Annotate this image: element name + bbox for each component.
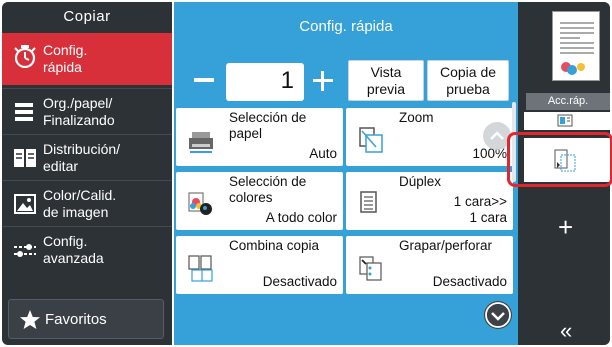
color-selection-tile[interactable]: Selección de colores A todo color — [176, 172, 343, 230]
sidebar-item-label: Org./papel/ — [43, 95, 113, 111]
tile-title: Selección de — [229, 110, 307, 125]
preview-thumbnail-icon — [560, 22, 594, 75]
tile-title: Dúplex — [399, 174, 442, 189]
page-title: Config. rápida — [299, 18, 393, 35]
tile-title: papel — [229, 126, 263, 141]
favorites-label: Favoritos — [45, 311, 107, 328]
combine-tile[interactable]: Combina copia Desactivado — [176, 236, 343, 294]
preview-label: Vista — [370, 64, 402, 80]
tile-value: Auto — [309, 146, 337, 161]
sidebar-item-label: de imagen — [43, 204, 109, 220]
sidebar-item-paper-finishing[interactable]: Org./papel/ Finalizando — [2, 88, 172, 132]
duplex-icon — [360, 191, 377, 213]
quick-access-item-1[interactable] — [524, 112, 610, 130]
sidebar-title: Copiar — [63, 8, 111, 25]
color-selection-icon — [188, 192, 212, 215]
staple-punch-icon — [359, 256, 382, 281]
paper-selection-icon — [189, 132, 213, 153]
tile-value: A todo color — [265, 210, 337, 225]
sidebar-item-label: Config. — [43, 233, 88, 249]
tile-title: Grapar/perforar — [399, 238, 493, 253]
sidebar-item-label: rápida — [43, 59, 82, 75]
paper-selection-tile[interactable]: Selección de papel Auto — [176, 108, 343, 166]
chevron-down-icon — [485, 302, 511, 328]
duplex-tile[interactable]: Dúplex 1 cara>> 1 cara — [346, 172, 513, 230]
tile-title: colores — [229, 190, 273, 205]
increment-button-vertical[interactable] — [321, 71, 324, 91]
tile-title: Selección de — [229, 174, 307, 189]
sidebar-item-label: Finalizando — [43, 112, 115, 128]
paper-finishing-icon — [15, 103, 33, 121]
favorites-button[interactable]: Favoritos — [8, 299, 164, 339]
sidebar-item-label: avanzada — [43, 250, 104, 266]
quick-setup-panel: Config. rápida 1 Vista previa Copia de p… — [174, 2, 518, 345]
decrement-button[interactable] — [194, 78, 214, 82]
quick-setup-icon — [14, 45, 36, 68]
copies-input[interactable]: 1 — [226, 63, 304, 101]
preview-button[interactable]: Vista previa — [348, 60, 424, 101]
layout-edit-icon — [14, 149, 36, 167]
sidebar: Copiar Config. rápida Org./papel/ Finali… — [2, 2, 172, 345]
copy-screen: Copiar Config. rápida Org./papel/ Finali… — [0, 0, 612, 347]
tile-title: Zoom — [399, 110, 434, 125]
sidebar-item-label: Config. — [43, 42, 88, 58]
advanced-setup-icon — [14, 244, 36, 257]
sidebar-item-label: Distribución/ — [43, 141, 121, 157]
sidebar-item-layout-edit[interactable]: Distribución/ editar — [2, 134, 172, 178]
zoom-icon — [359, 127, 383, 153]
add-shortcut-button[interactable]: + — [558, 214, 573, 240]
copies-value: 1 — [280, 67, 294, 94]
sidebar-item-label: Color/Calid. — [43, 187, 117, 203]
tile-value: Desactivado — [432, 274, 507, 289]
sidebar-item-advanced-setup[interactable]: Config. avanzada — [2, 226, 172, 270]
sidebar-item-color-quality[interactable]: Color/Calid. de imagen — [2, 180, 172, 224]
tile-value: 1 cara — [469, 210, 507, 225]
sidebar-item-quick-setup[interactable]: Config. rápida — [2, 33, 172, 85]
scroll-down-button[interactable] — [484, 301, 512, 329]
document-shortcut-icon — [557, 114, 573, 127]
document-preview[interactable] — [552, 11, 600, 81]
proof-copy-label: prueba — [446, 81, 490, 97]
color-quality-icon — [14, 194, 36, 214]
tile-value: 1 cara>> — [453, 194, 507, 209]
quick-access-tab[interactable]: Acc.ráp. — [526, 93, 610, 110]
staple-punch-tile[interactable]: Grapar/perforar Desactivado — [346, 236, 513, 294]
tile-value: Desactivado — [262, 274, 337, 289]
sidebar-item-label: editar — [43, 158, 79, 174]
combine-icon — [188, 255, 213, 282]
collapse-button[interactable]: « — [560, 320, 572, 342]
proof-copy-label: Copia de — [439, 64, 497, 80]
star-icon — [20, 310, 40, 329]
preview-label: previa — [366, 81, 406, 97]
proof-copy-button[interactable]: Copia de prueba — [427, 60, 509, 101]
tile-title: Combina copia — [229, 238, 320, 253]
highlight-frame — [507, 132, 612, 187]
